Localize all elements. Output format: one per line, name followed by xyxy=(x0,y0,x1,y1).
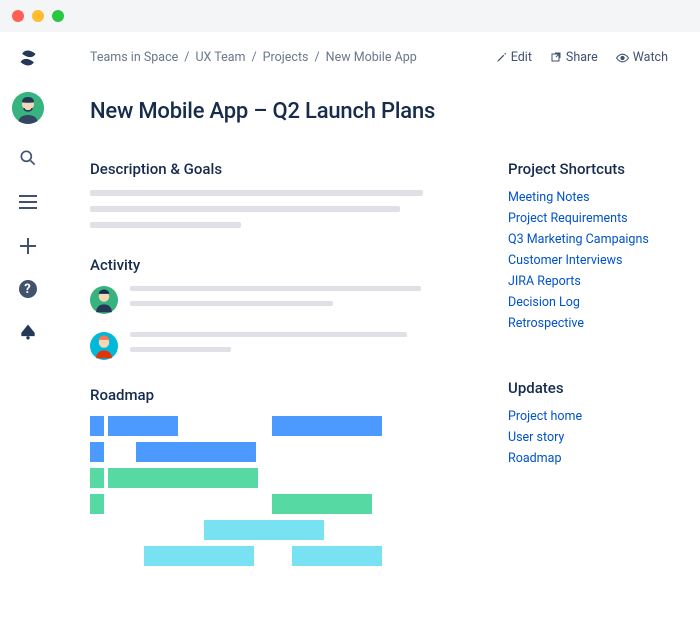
roadmap-gantt xyxy=(90,416,468,566)
section-heading-description: Description & Goals xyxy=(90,160,468,178)
edit-button[interactable]: Edit xyxy=(496,50,532,65)
menu-icon[interactable] xyxy=(18,192,38,212)
gantt-bar xyxy=(108,416,178,436)
shortcut-link[interactable]: Meeting Notes xyxy=(508,190,668,205)
placeholder-line xyxy=(130,332,407,337)
shortcut-link[interactable]: Project Requirements xyxy=(508,211,668,226)
placeholder-line xyxy=(130,347,231,352)
gantt-bar xyxy=(144,546,254,566)
placeholder-line xyxy=(90,222,241,228)
updates-heading: Updates xyxy=(508,379,668,397)
create-icon[interactable] xyxy=(18,236,38,256)
global-sidebar: ? xyxy=(0,32,56,623)
confluence-logo-icon[interactable] xyxy=(18,48,38,68)
window-maximize-icon[interactable] xyxy=(52,10,64,22)
gantt-bar xyxy=(90,494,104,514)
shortcut-link[interactable]: Decision Log xyxy=(508,295,668,310)
page-title: New Mobile App – Q2 Launch Plans xyxy=(90,99,668,124)
update-link[interactable]: Roadmap xyxy=(508,451,668,466)
user-avatar[interactable] xyxy=(12,92,44,124)
breadcrumb-item[interactable]: Teams in Space xyxy=(90,50,178,65)
gantt-bar xyxy=(292,546,382,566)
gantt-bar xyxy=(90,416,104,436)
window-titlebar xyxy=(0,0,700,32)
gantt-bar xyxy=(204,520,324,540)
pencil-icon xyxy=(496,52,507,63)
shortcut-link[interactable]: Customer Interviews xyxy=(508,253,668,268)
eye-icon xyxy=(616,53,629,63)
activity-avatar[interactable] xyxy=(90,286,118,314)
shortcuts-list: Meeting Notes Project Requirements Q3 Ma… xyxy=(508,190,668,331)
section-heading-activity: Activity xyxy=(90,256,468,274)
shortcut-link[interactable]: Retrospective xyxy=(508,316,668,331)
gantt-bar xyxy=(90,442,104,462)
section-heading-roadmap: Roadmap xyxy=(90,386,468,404)
placeholder-line xyxy=(130,301,333,306)
share-button[interactable]: Share xyxy=(550,50,598,65)
gantt-bar xyxy=(108,468,258,488)
activity-item xyxy=(90,332,468,362)
gantt-bar xyxy=(90,468,104,488)
activity-avatar[interactable] xyxy=(90,332,118,360)
watch-button[interactable]: Watch xyxy=(616,50,668,65)
placeholder-line xyxy=(90,190,423,196)
share-icon xyxy=(550,52,562,64)
update-link[interactable]: User story xyxy=(508,430,668,445)
window-minimize-icon[interactable] xyxy=(32,10,44,22)
placeholder-line xyxy=(90,206,400,212)
search-icon[interactable] xyxy=(18,148,38,168)
updates-list: Project home User story Roadmap xyxy=(508,409,668,466)
breadcrumb-item[interactable]: New Mobile App xyxy=(326,50,417,65)
shortcuts-heading: Project Shortcuts xyxy=(508,160,668,178)
notification-icon[interactable] xyxy=(18,322,38,342)
activity-item xyxy=(90,286,468,316)
help-icon[interactable]: ? xyxy=(19,280,37,298)
window-close-icon[interactable] xyxy=(12,10,24,22)
placeholder-line xyxy=(130,286,421,291)
gantt-bar xyxy=(272,494,372,514)
shortcut-link[interactable]: Q3 Marketing Campaigns xyxy=(508,232,668,247)
update-link[interactable]: Project home xyxy=(508,409,668,424)
gantt-bar xyxy=(272,416,382,436)
breadcrumb-item[interactable]: UX Team xyxy=(195,50,245,65)
breadcrumb: Teams in Space/ UX Team/ Projects/ New M… xyxy=(90,50,417,65)
gantt-bar xyxy=(136,442,256,462)
shortcut-link[interactable]: JIRA Reports xyxy=(508,274,668,289)
breadcrumb-item[interactable]: Projects xyxy=(263,50,309,65)
